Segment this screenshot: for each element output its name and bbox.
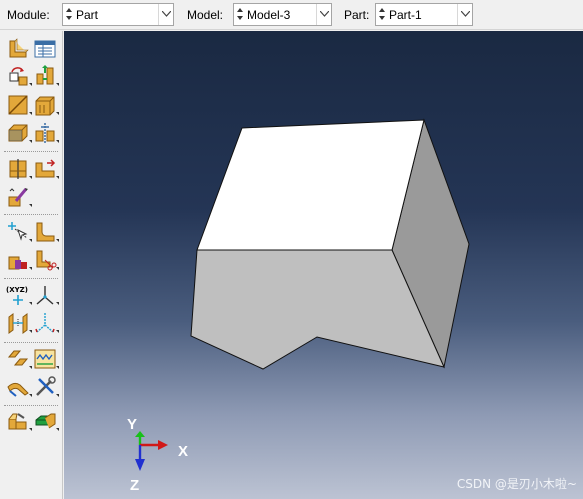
model-label: Model: bbox=[187, 8, 224, 22]
create-round-fillet-icon[interactable] bbox=[33, 220, 57, 244]
model-dropdown-icon[interactable] bbox=[316, 4, 331, 25]
flyout-marker bbox=[29, 394, 32, 397]
convert-geometry-icon[interactable] bbox=[33, 409, 57, 433]
flyout-marker bbox=[29, 267, 32, 270]
create-datum-axis-icon[interactable] bbox=[33, 311, 57, 335]
create-csys-icon[interactable] bbox=[33, 283, 57, 307]
create-cut-icon[interactable] bbox=[33, 121, 57, 145]
flyout-marker bbox=[29, 112, 32, 115]
flyout-marker bbox=[56, 140, 59, 143]
triad-x-arrow-icon bbox=[158, 440, 168, 450]
partition-cell-icon[interactable] bbox=[6, 157, 30, 181]
flyout-marker bbox=[29, 239, 32, 242]
create-reference-point-icon[interactable]: (XYZ) bbox=[6, 283, 30, 307]
toolbox-divider bbox=[4, 278, 58, 279]
assembly-instance-icon[interactable] bbox=[6, 409, 30, 433]
module-spin-icon[interactable] bbox=[64, 5, 74, 24]
triad-x-label: X bbox=[178, 443, 189, 460]
part-value: Part-1 bbox=[389, 8, 422, 22]
flyout-marker bbox=[56, 428, 59, 431]
graphics-viewport[interactable]: Y X Z CSDN @是刃小木啦~ bbox=[64, 31, 583, 499]
partition-face-icon[interactable] bbox=[33, 157, 57, 181]
create-virtual-topology-icon[interactable] bbox=[33, 347, 57, 371]
flyout-marker bbox=[29, 204, 32, 207]
query-geometry-icon[interactable] bbox=[6, 347, 30, 371]
module-dropdown-icon[interactable] bbox=[158, 4, 173, 25]
part-label: Part: bbox=[344, 8, 370, 22]
part-spin-icon[interactable] bbox=[377, 5, 387, 24]
flyout-marker bbox=[29, 302, 32, 305]
flyout-marker bbox=[56, 302, 59, 305]
flyout-marker bbox=[56, 366, 59, 369]
flyout-marker bbox=[56, 330, 59, 333]
triad-z-label: Z bbox=[130, 477, 140, 494]
toolbox-divider bbox=[4, 405, 58, 406]
module-select[interactable]: Part bbox=[62, 3, 174, 26]
flyout-marker bbox=[56, 176, 59, 179]
model-spin-icon[interactable] bbox=[235, 5, 245, 24]
flyout-marker bbox=[29, 428, 32, 431]
flyout-marker bbox=[29, 330, 32, 333]
remove-face-icon[interactable] bbox=[33, 248, 57, 272]
triad-y-label: Y bbox=[127, 416, 138, 433]
solid-top-face[interactable] bbox=[196, 119, 425, 251]
create-wire-point-icon[interactable] bbox=[6, 220, 30, 244]
create-shell-planar-icon[interactable] bbox=[6, 93, 30, 117]
context-bar: Module: Part Model: Model-3 Part: Part-1 bbox=[0, 0, 583, 30]
flyout-marker bbox=[56, 394, 59, 397]
model-select[interactable]: Model-3 bbox=[233, 3, 332, 26]
part-model-view[interactable] bbox=[64, 31, 583, 499]
part-manager-icon[interactable] bbox=[33, 37, 57, 61]
create-part-icon[interactable] bbox=[6, 37, 30, 61]
toolbox-divider bbox=[4, 151, 58, 152]
part-select[interactable]: Part-1 bbox=[375, 3, 473, 26]
flyout-marker bbox=[56, 83, 59, 86]
edit-feature-icon[interactable] bbox=[6, 375, 30, 399]
create-solid-sweep-icon[interactable] bbox=[33, 93, 57, 117]
flyout-marker bbox=[56, 267, 59, 270]
flyout-marker bbox=[29, 140, 32, 143]
create-solid-extrude-icon[interactable] bbox=[33, 64, 57, 88]
flyout-marker bbox=[29, 176, 32, 179]
toolbox-divider bbox=[4, 214, 58, 215]
model-value: Model-3 bbox=[247, 8, 291, 22]
module-label: Module: bbox=[7, 8, 50, 22]
toolbox-divider bbox=[4, 342, 58, 343]
tools-icon[interactable] bbox=[33, 375, 57, 399]
create-datum-edit-icon[interactable] bbox=[6, 185, 30, 209]
part-dropdown-icon[interactable] bbox=[457, 4, 472, 25]
view-triad bbox=[135, 431, 168, 471]
triad-z-arrow-icon bbox=[135, 459, 145, 471]
create-datum-plane-icon[interactable] bbox=[6, 311, 30, 335]
flyout-marker bbox=[29, 83, 32, 86]
part-transform-icon[interactable] bbox=[6, 64, 30, 88]
flyout-marker bbox=[56, 239, 59, 242]
svg-text:(XYZ): (XYZ) bbox=[6, 286, 28, 294]
flyout-marker bbox=[56, 112, 59, 115]
repair-geometry-icon[interactable] bbox=[6, 248, 30, 272]
create-solid-from-shell-icon[interactable] bbox=[6, 121, 30, 145]
module-value: Part bbox=[76, 8, 99, 22]
toolbox: (XYZ) bbox=[0, 31, 63, 499]
watermark-text: CSDN @是刃小木啦~ bbox=[456, 477, 577, 491]
flyout-marker bbox=[29, 366, 32, 369]
